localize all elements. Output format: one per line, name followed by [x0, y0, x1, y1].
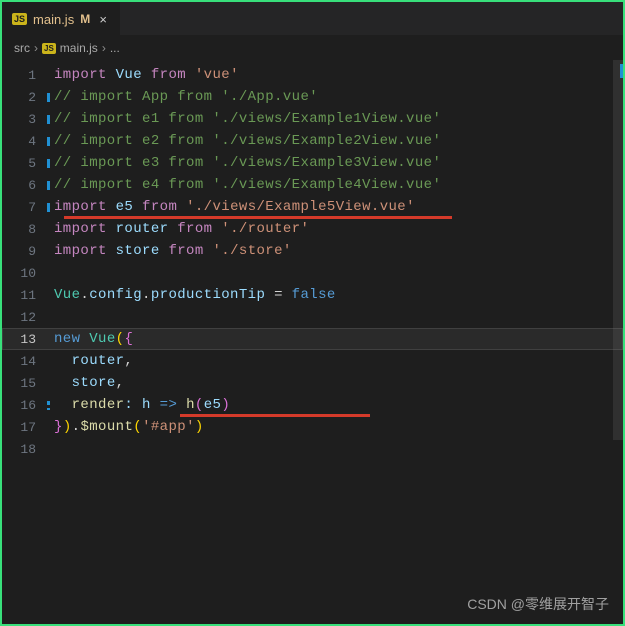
code-content[interactable]: import store from './store'	[54, 243, 292, 259]
change-marker	[47, 93, 50, 102]
change-marker	[47, 401, 50, 410]
code-line[interactable]: 8import router from './router'	[2, 218, 623, 240]
change-marker	[47, 203, 50, 212]
code-line[interactable]: 12	[2, 306, 623, 328]
code-content[interactable]: render: h => h(e5)	[54, 397, 230, 413]
code-content[interactable]: Vue.config.productionTip = false	[54, 287, 336, 303]
line-number: 18	[2, 442, 54, 457]
watermark-text: CSDN @零维展开智子	[467, 594, 609, 614]
breadcrumb[interactable]: src › JS main.js › ...	[2, 36, 623, 60]
line-number: 11	[2, 288, 54, 303]
chevron-right-icon: ›	[34, 41, 38, 55]
code-content[interactable]: // import e4 from './views/Example4View.…	[54, 177, 441, 193]
close-icon[interactable]: ×	[96, 12, 110, 27]
code-line[interactable]: 6// import e4 from './views/Example4View…	[2, 174, 623, 196]
line-number: 14	[2, 354, 54, 369]
line-number: 4	[2, 134, 54, 149]
javascript-icon: JS	[12, 13, 27, 25]
line-number: 6	[2, 178, 54, 193]
change-marker	[47, 115, 50, 124]
code-line[interactable]: 11Vue.config.productionTip = false	[2, 284, 623, 306]
code-line[interactable]: 3// import e1 from './views/Example1View…	[2, 108, 623, 130]
annotation-underline	[64, 216, 452, 219]
breadcrumb-segment[interactable]: ...	[110, 41, 120, 55]
editor-tab-mainjs[interactable]: JS main.js M ×	[2, 2, 120, 35]
code-line[interactable]: 4// import e2 from './views/Example2View…	[2, 130, 623, 152]
code-line[interactable]: 9import store from './store'	[2, 240, 623, 262]
code-line[interactable]: 15 store,	[2, 372, 623, 394]
change-marker	[47, 137, 50, 146]
line-number: 8	[2, 222, 54, 237]
code-line[interactable]: 13new Vue({	[2, 328, 623, 350]
change-marker	[47, 159, 50, 168]
breadcrumb-segment[interactable]: src	[14, 41, 30, 55]
line-number: 9	[2, 244, 54, 259]
code-line[interactable]: 10	[2, 262, 623, 284]
tab-bar: JS main.js M ×	[2, 2, 623, 36]
line-number: 10	[2, 266, 54, 281]
annotation-underline	[180, 414, 370, 417]
code-content[interactable]: router,	[54, 353, 133, 369]
code-line[interactable]: 18	[2, 438, 623, 460]
tab-filename: main.js	[33, 12, 74, 27]
code-content[interactable]: new Vue({	[54, 331, 133, 347]
change-marker	[47, 181, 50, 190]
line-number: 2	[2, 90, 54, 105]
code-content[interactable]: // import e3 from './views/Example3View.…	[54, 155, 441, 171]
code-line[interactable]: 2// import App from './App.vue'	[2, 86, 623, 108]
line-number: 15	[2, 376, 54, 391]
chevron-right-icon: ›	[102, 41, 106, 55]
breadcrumb-segment[interactable]: main.js	[60, 41, 98, 55]
code-line[interactable]: 7import e5 from './views/Example5View.vu…	[2, 196, 623, 218]
tab-modified-indicator: M	[80, 12, 90, 26]
line-number: 5	[2, 156, 54, 171]
minimap-change-marker	[620, 64, 623, 78]
code-content[interactable]: import e5 from './views/Example5View.vue…	[54, 199, 415, 215]
code-content[interactable]: // import e2 from './views/Example2View.…	[54, 133, 441, 149]
code-content[interactable]: store,	[54, 375, 124, 391]
code-line[interactable]: 5// import e3 from './views/Example3View…	[2, 152, 623, 174]
code-content[interactable]: }).$mount('#app')	[54, 419, 204, 435]
code-editor[interactable]: 1import Vue from 'vue'2// import App fro…	[2, 60, 623, 624]
line-number: 17	[2, 420, 54, 435]
code-content[interactable]: import router from './router'	[54, 221, 309, 237]
line-number: 7	[2, 200, 54, 215]
javascript-icon: JS	[42, 43, 56, 54]
code-content[interactable]: // import App from './App.vue'	[54, 89, 318, 105]
code-content[interactable]: // import e1 from './views/Example1View.…	[54, 111, 441, 127]
line-number: 13	[2, 332, 54, 347]
code-line[interactable]: 14 router,	[2, 350, 623, 372]
code-content[interactable]: import Vue from 'vue'	[54, 67, 239, 83]
line-number: 1	[2, 68, 54, 83]
code-line[interactable]: 1import Vue from 'vue'	[2, 64, 623, 86]
line-number: 12	[2, 310, 54, 325]
code-line[interactable]: 16 render: h => h(e5)	[2, 394, 623, 416]
scrollbar-thumb[interactable]	[613, 60, 623, 440]
code-line[interactable]: 17}).$mount('#app')	[2, 416, 623, 438]
line-number: 3	[2, 112, 54, 127]
line-number: 16	[2, 398, 54, 413]
